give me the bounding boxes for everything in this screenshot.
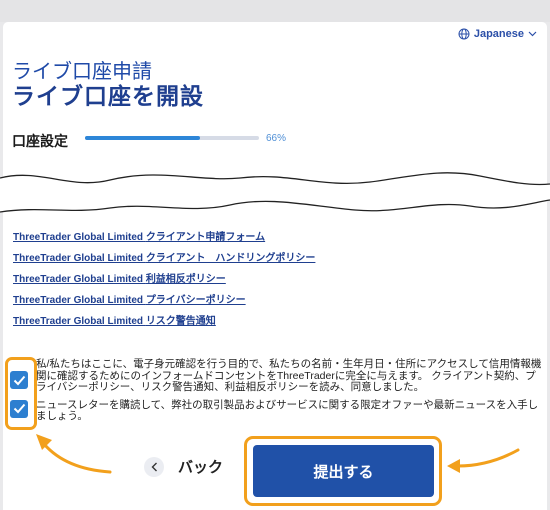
link-client-handling-policy[interactable]: ThreeTrader Global Limited クライアント ハンドリング… — [13, 252, 315, 273]
submit-button[interactable]: 提出する — [253, 445, 434, 497]
globe-icon — [458, 28, 470, 40]
progress-fill — [85, 136, 200, 140]
language-selector[interactable]: Japanese — [458, 28, 537, 40]
chevron-down-icon — [528, 31, 537, 37]
step-label: 口座設定 — [12, 133, 68, 149]
consent-row-newsletter: ニュースレターを購読して、弊社の取引製品およびサービスに関する限定オファーや最新… — [10, 398, 542, 423]
link-privacy-policy[interactable]: ThreeTrader Global Limited プライバシーポリシー — [13, 294, 315, 315]
link-risk-warning-notice[interactable]: ThreeTrader Global Limited リスク警告通知 — [13, 315, 315, 336]
back-button-label: バック — [178, 459, 224, 476]
consent-section: 私/私たちはここに、電子身元確認を行う目的で、私たちの名前・生年月日・住所にアク… — [10, 358, 542, 423]
language-label: Japanese — [473, 28, 524, 40]
chevron-left-icon — [144, 456, 164, 477]
submit-button-label: 提出する — [313, 463, 374, 481]
consent-text-newsletter: ニュースレターを購読して、弊社の取引製品およびサービスに関する限定オファーや最新… — [36, 398, 539, 422]
page: Japanese ライブ口座申請 ライブ口座を開設 口座設定 66% Three… — [0, 0, 550, 510]
checkbox-highlight-box — [5, 357, 37, 430]
link-conflict-of-interest-policy[interactable]: ThreeTrader Global Limited 利益相反ポリシー — [13, 273, 315, 294]
back-button[interactable]: バック — [144, 456, 223, 477]
progress-bar — [85, 136, 259, 140]
consent-text-identity: 私/私たちはここに、電子身元確認を行う目的で、私たちの名前・生年月日・住所にアク… — [36, 358, 542, 393]
link-client-application-form[interactable]: ThreeTrader Global Limited クライアント申請フォーム — [13, 231, 315, 252]
browser-top-bar — [0, 0, 550, 22]
progress-text: 66% — [266, 133, 287, 144]
policy-links: ThreeTrader Global Limited クライアント申請フォーム … — [13, 231, 315, 336]
consent-row-identity: 私/私たちはここに、電子身元確認を行う目的で、私たちの名前・生年月日・住所にアク… — [10, 358, 542, 394]
page-title: ライブ口座を開設 — [12, 83, 204, 109]
